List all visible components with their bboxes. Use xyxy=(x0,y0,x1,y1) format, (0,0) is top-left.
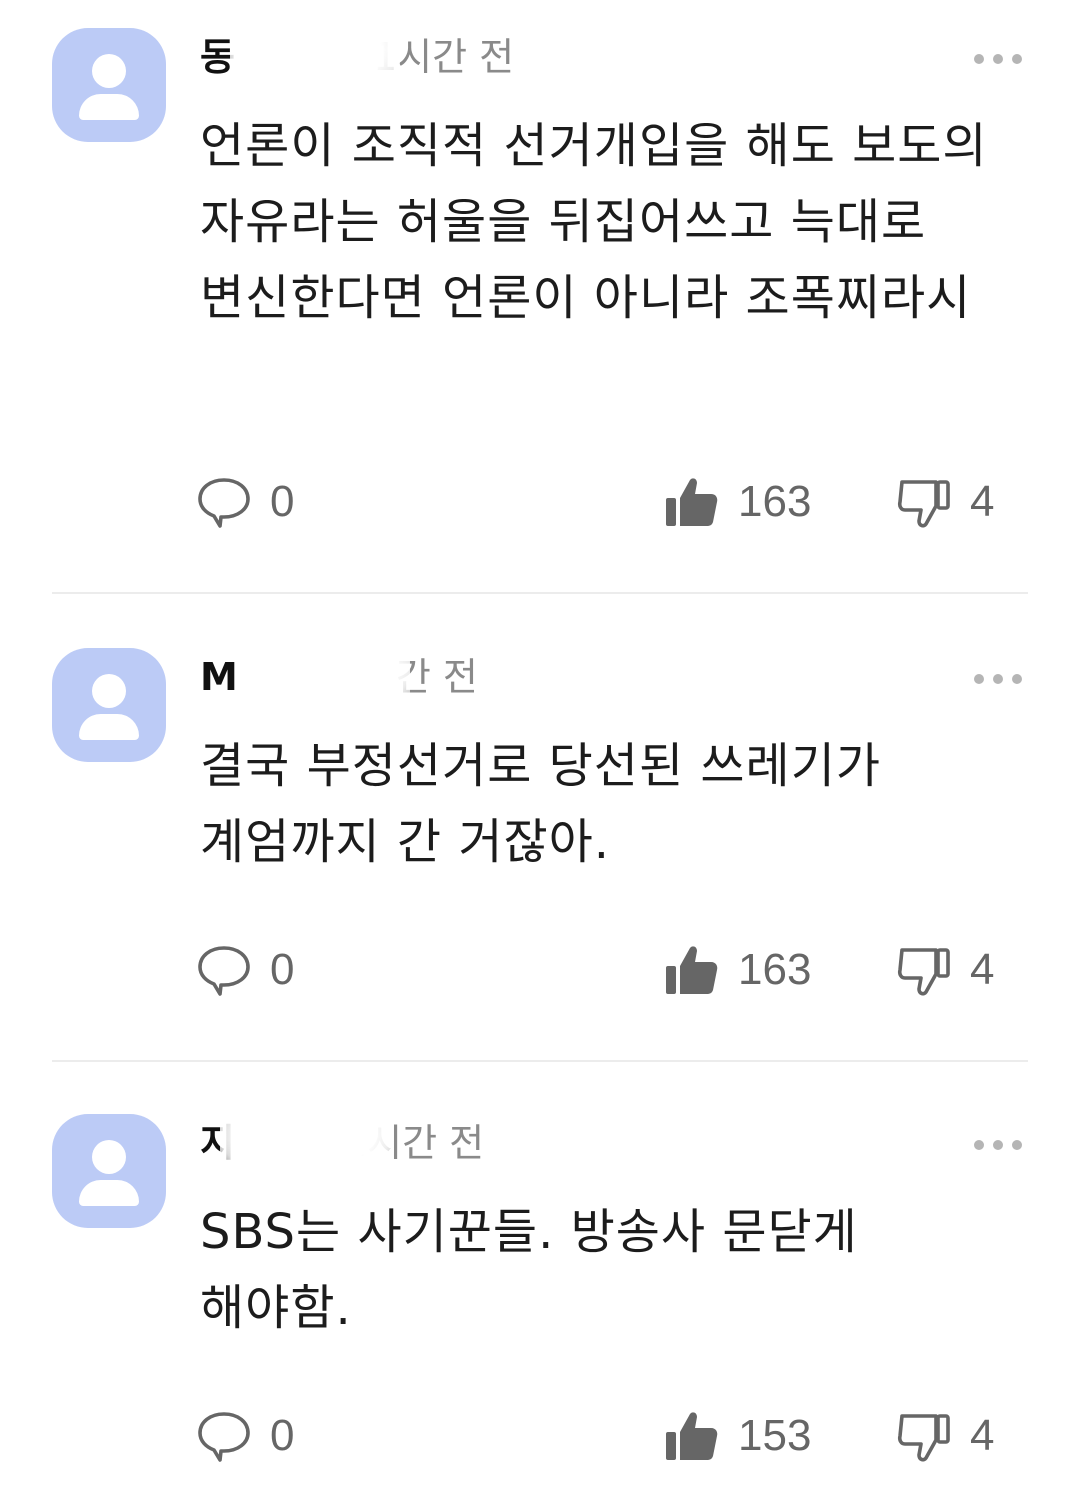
reply-button[interactable]: 0 xyxy=(196,940,294,1000)
comment-meta: M간 전 xyxy=(200,622,478,717)
thumbs-down-icon xyxy=(897,1414,950,1462)
more-options-icon[interactable] xyxy=(974,52,1022,66)
like-count: 163 xyxy=(738,477,812,526)
dislike-button[interactable]: 4 xyxy=(896,1406,994,1466)
comment-time: 1시간 전 xyxy=(372,35,515,79)
comment-author[interactable]: 지 xyxy=(200,1121,235,1165)
speech-bubble-icon xyxy=(198,946,250,996)
comment-item: M 간 전 결국 부정선거로 당선된 쓰레기가 계엄까지 간 거잖아. 0 163… xyxy=(0,594,1080,1062)
like-button[interactable]: 163 xyxy=(664,940,811,1000)
thumbs-down-icon xyxy=(897,480,950,528)
thumbs-up-icon xyxy=(666,946,718,994)
comment-text: SBS는 사기꾼들. 방송사 문닫게 해야함. xyxy=(200,1204,858,1336)
like-button[interactable]: 163 xyxy=(664,472,811,532)
comment-actions: 0 163 4 xyxy=(196,940,1020,1000)
reply-count: 0 xyxy=(270,1411,295,1460)
thumbs-up-icon xyxy=(666,478,718,526)
like-count: 153 xyxy=(738,1411,812,1460)
speech-bubble-icon xyxy=(198,478,250,528)
like-button[interactable]: 153 xyxy=(664,1406,811,1466)
dislike-button[interactable]: 4 xyxy=(896,472,994,532)
person-icon[interactable] xyxy=(52,1114,166,1228)
comment-text: 결국 부정선거로 당선된 쓰레기가 계엄까지 간 거잖아. xyxy=(200,738,882,870)
reply-button[interactable]: 0 xyxy=(196,1406,294,1466)
more-options-icon[interactable] xyxy=(974,672,1022,686)
comment-text: 언론이 조직적 선거개입을 해도 보도의 자유라는 허울을 뒤집어쓰고 늑대로 … xyxy=(200,118,988,326)
comment-item: 지 1시간 전 SBS는 사기꾼들. 방송사 문닫게 해야함. 0 153 4 xyxy=(0,1062,1080,1500)
reply-count: 0 xyxy=(270,477,295,526)
comment-meta: 동 1시간 전 xyxy=(200,2,515,97)
comment-time: 간 전 xyxy=(395,655,478,699)
comment-author[interactable]: M xyxy=(200,655,238,699)
comment-actions: 0 163 4 xyxy=(196,472,1020,532)
dislike-count: 4 xyxy=(970,477,995,526)
comment-author[interactable]: 동 xyxy=(200,35,235,79)
dislike-count: 4 xyxy=(970,945,995,994)
like-count: 163 xyxy=(738,945,812,994)
comment-meta: 지 1시간 전 xyxy=(200,1088,485,1183)
more-options-icon[interactable] xyxy=(974,1138,1022,1152)
thumbs-down-icon xyxy=(897,948,950,996)
comment-item: 동 1시간 전 언론이 조직적 선거개입을 해도 보도의 자유라는 허울을 뒤집어… xyxy=(0,0,1080,594)
dislike-count: 4 xyxy=(970,1411,995,1460)
speech-bubble-icon xyxy=(198,1412,250,1462)
thumbs-up-icon xyxy=(666,1412,718,1460)
reply-count: 0 xyxy=(270,945,295,994)
comment-actions: 0 153 4 xyxy=(196,1406,1020,1466)
comment-time: 1시간 전 xyxy=(342,1121,485,1165)
person-icon[interactable] xyxy=(52,28,166,142)
reply-button[interactable]: 0 xyxy=(196,472,294,532)
dislike-button[interactable]: 4 xyxy=(896,940,994,1000)
person-icon[interactable] xyxy=(52,648,166,762)
